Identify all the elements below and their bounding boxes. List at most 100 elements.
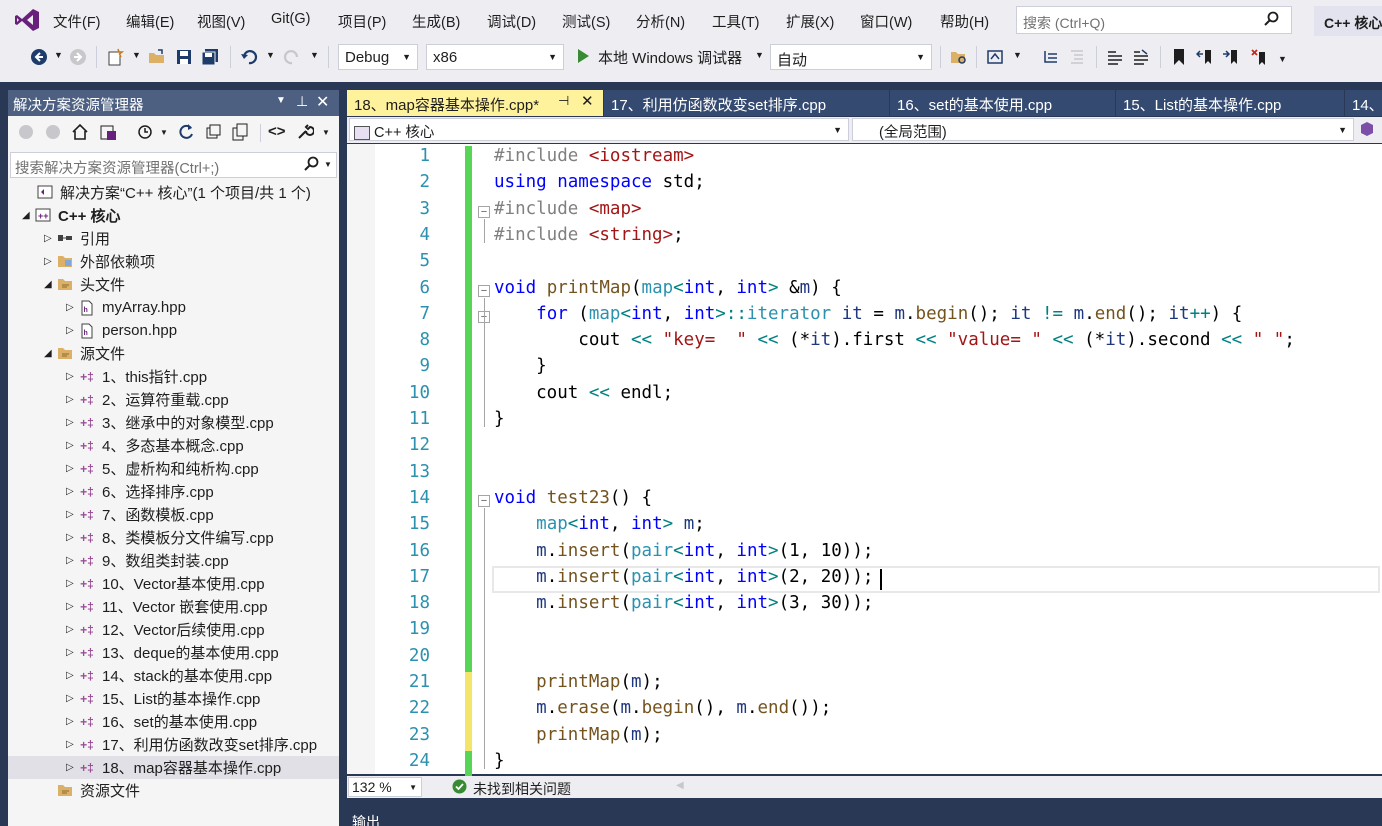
- forward-icon[interactable]: [45, 124, 61, 143]
- project-scope-select[interactable]: C++ 核心 ▼: [349, 118, 849, 141]
- code-line[interactable]: void printMap(map<int, int> &m) {: [494, 278, 842, 298]
- expanded-arrow-icon[interactable]: ◢: [44, 348, 56, 359]
- collapsed-arrow-icon[interactable]: ▷: [66, 762, 78, 773]
- collapsed-arrow-icon[interactable]: ▷: [66, 302, 78, 313]
- menu-item[interactable]: 视图(V): [197, 11, 245, 32]
- collapse-icon[interactable]: −: [478, 205, 490, 218]
- redo-dropdown-icon[interactable]: ▼: [310, 50, 319, 60]
- menu-item[interactable]: 编辑(E): [126, 11, 174, 32]
- issues-status[interactable]: 未找到相关问题: [473, 779, 571, 799]
- collapsed-arrow-icon[interactable]: ▷: [66, 739, 78, 750]
- collapsed-arrow-icon[interactable]: ▷: [66, 325, 78, 336]
- configuration-select[interactable]: Debug ▼: [338, 44, 418, 70]
- tree-solution[interactable]: 解决方案“C++ 核心”(1 个项目/共 1 个): [8, 181, 339, 204]
- view-code-icon[interactable]: <>: [268, 123, 286, 140]
- search-options-dropdown-icon[interactable]: ▼: [324, 160, 332, 169]
- switch-views-icon[interactable]: [99, 123, 117, 144]
- tree-source-file[interactable]: ▷ +‡ 7、函数模板.cpp: [8, 503, 339, 526]
- open-folder-icon[interactable]: [146, 46, 168, 68]
- scroll-left-icon[interactable]: ◀: [676, 780, 684, 791]
- tree-source-file[interactable]: ▷ +‡ 14、stack的基本使用.cpp: [8, 664, 339, 687]
- tree-external-deps[interactable]: ▷ 外部依赖项: [8, 250, 339, 273]
- code-line[interactable]: map<int, int> m;: [494, 514, 705, 534]
- home-icon[interactable]: [71, 123, 89, 144]
- refresh-icon[interactable]: [177, 123, 195, 144]
- code-line[interactable]: m.insert(pair<int, int>(3, 30));: [494, 593, 873, 613]
- next-bookmark-icon[interactable]: [1220, 46, 1242, 68]
- forward-icon[interactable]: [67, 46, 89, 68]
- pin-icon[interactable]: ⊥: [296, 93, 308, 110]
- play-icon[interactable]: [576, 48, 590, 67]
- tree-source-file[interactable]: ▷ +‡ 17、利用仿函数改变set排序.cpp: [8, 733, 339, 756]
- tree-source-file[interactable]: ▷ +‡ 16、set的基本使用.cpp: [8, 710, 339, 733]
- code-line[interactable]: void test23() {: [494, 488, 652, 508]
- code-line[interactable]: using namespace std;: [494, 172, 705, 192]
- menu-item[interactable]: 项目(P): [338, 11, 386, 32]
- menu-item[interactable]: 文件(F): [53, 11, 101, 32]
- menu-item[interactable]: 生成(B): [412, 11, 460, 32]
- tab-set-basic[interactable]: 16、set的基本使用.cpp: [890, 90, 1115, 116]
- collapsed-arrow-icon[interactable]: ▷: [66, 371, 78, 382]
- save-all-icon[interactable]: [199, 46, 221, 68]
- tree-source-file[interactable]: ▷ +‡ 10、Vector基本使用.cpp: [8, 572, 339, 595]
- clear-bookmarks-icon[interactable]: [1248, 46, 1270, 68]
- collapsed-arrow-icon[interactable]: ▷: [66, 578, 78, 589]
- pin-tab-icon[interactable]: ⊣: [558, 93, 569, 109]
- collapsed-arrow-icon[interactable]: ▷: [66, 394, 78, 405]
- panel-menu-dropdown-icon[interactable]: ▼: [276, 95, 286, 106]
- properties-dropdown-icon[interactable]: ▼: [322, 128, 330, 137]
- menu-item[interactable]: 帮助(H): [940, 11, 989, 32]
- tree-project[interactable]: ◢ ++ C++ 核心: [8, 204, 339, 227]
- collapsed-arrow-icon[interactable]: ▷: [66, 486, 78, 497]
- undo-icon[interactable]: [238, 46, 260, 68]
- bookmark-icon[interactable]: [1168, 46, 1190, 68]
- tree-source-file[interactable]: ▷ +‡ 9、数组类封装.cpp: [8, 549, 339, 572]
- tree-header-file[interactable]: ▷ h person.hpp: [8, 319, 339, 342]
- start-debugger-button[interactable]: 本地 Windows 调试器: [598, 47, 742, 68]
- tab-list-basic[interactable]: 15、List的基本操作.cpp: [1116, 90, 1344, 116]
- tree-source-file[interactable]: ▷ +‡ 12、Vector后续使用.cpp: [8, 618, 339, 641]
- auto-select[interactable]: 自动 ▼: [770, 44, 932, 70]
- close-tab-icon[interactable]: ✕: [581, 92, 594, 110]
- global-scope-select[interactable]: (全局范围) ▼: [852, 118, 1354, 141]
- menu-item[interactable]: 工具(T): [712, 11, 760, 32]
- new-item-icon[interactable]: [104, 46, 126, 68]
- collapsed-arrow-icon[interactable]: ▷: [66, 509, 78, 520]
- outdent-icon[interactable]: [1066, 46, 1088, 68]
- menu-item[interactable]: 窗口(W): [860, 11, 912, 32]
- collapsed-arrow-icon[interactable]: ▷: [66, 670, 78, 681]
- redo-icon[interactable]: [281, 46, 303, 68]
- debugger-dropdown-icon[interactable]: ▼: [755, 50, 764, 60]
- member-cube-icon[interactable]: [1360, 121, 1374, 140]
- zoom-select[interactable]: 132 % ▼: [348, 777, 422, 797]
- code-line[interactable]: }: [494, 356, 547, 376]
- toolbar-overflow-icon[interactable]: ▼: [1278, 54, 1287, 64]
- expanded-arrow-icon[interactable]: ◢: [44, 279, 56, 290]
- collapsed-arrow-icon[interactable]: ▷: [66, 555, 78, 566]
- code-line[interactable]: cout << "key= " << (*it).first << "value…: [494, 330, 1295, 350]
- browse-folder-icon[interactable]: [948, 46, 970, 68]
- menu-item[interactable]: Git(G): [271, 11, 310, 27]
- tree-source-file[interactable]: ▷ +‡ 11、Vector 嵌套使用.cpp: [8, 595, 339, 618]
- tree-source-file[interactable]: ▷ +‡ 5、虚析构和纯析构.cpp: [8, 457, 339, 480]
- tree-source-file[interactable]: ▷ +‡ 4、多态基本概念.cpp: [8, 434, 339, 457]
- collapsed-arrow-icon[interactable]: ▷: [66, 417, 78, 428]
- collapse-icon[interactable]: −: [478, 284, 490, 297]
- collapsed-arrow-icon[interactable]: ▷: [66, 716, 78, 727]
- close-icon[interactable]: ✕: [316, 92, 329, 112]
- tree-source-file[interactable]: ▷ +‡ 8、类模板分文件编写.cpp: [8, 526, 339, 549]
- save-icon[interactable]: [173, 46, 195, 68]
- code-line[interactable]: cout << endl;: [494, 383, 673, 403]
- tree-source-file[interactable]: ▷ +‡ 18、map容器基本操作.cpp: [8, 756, 339, 779]
- collapsed-arrow-icon[interactable]: ▷: [66, 647, 78, 658]
- tree-sources-folder[interactable]: ◢ 源文件: [8, 342, 339, 365]
- back-icon[interactable]: [18, 124, 34, 143]
- expanded-arrow-icon[interactable]: ◢: [22, 210, 34, 221]
- collapsed-arrow-icon[interactable]: ▷: [66, 532, 78, 543]
- code-line[interactable]: printMap(m);: [494, 725, 662, 745]
- collapsed-arrow-icon[interactable]: ▷: [44, 256, 56, 267]
- solution-search-input[interactable]: 搜索解决方案资源管理器(Ctrl+;): [10, 152, 337, 178]
- collapsed-arrow-icon[interactable]: ▷: [44, 233, 56, 244]
- collapsed-arrow-icon[interactable]: ▷: [66, 440, 78, 451]
- tree-references[interactable]: ▷ 引用: [8, 227, 339, 250]
